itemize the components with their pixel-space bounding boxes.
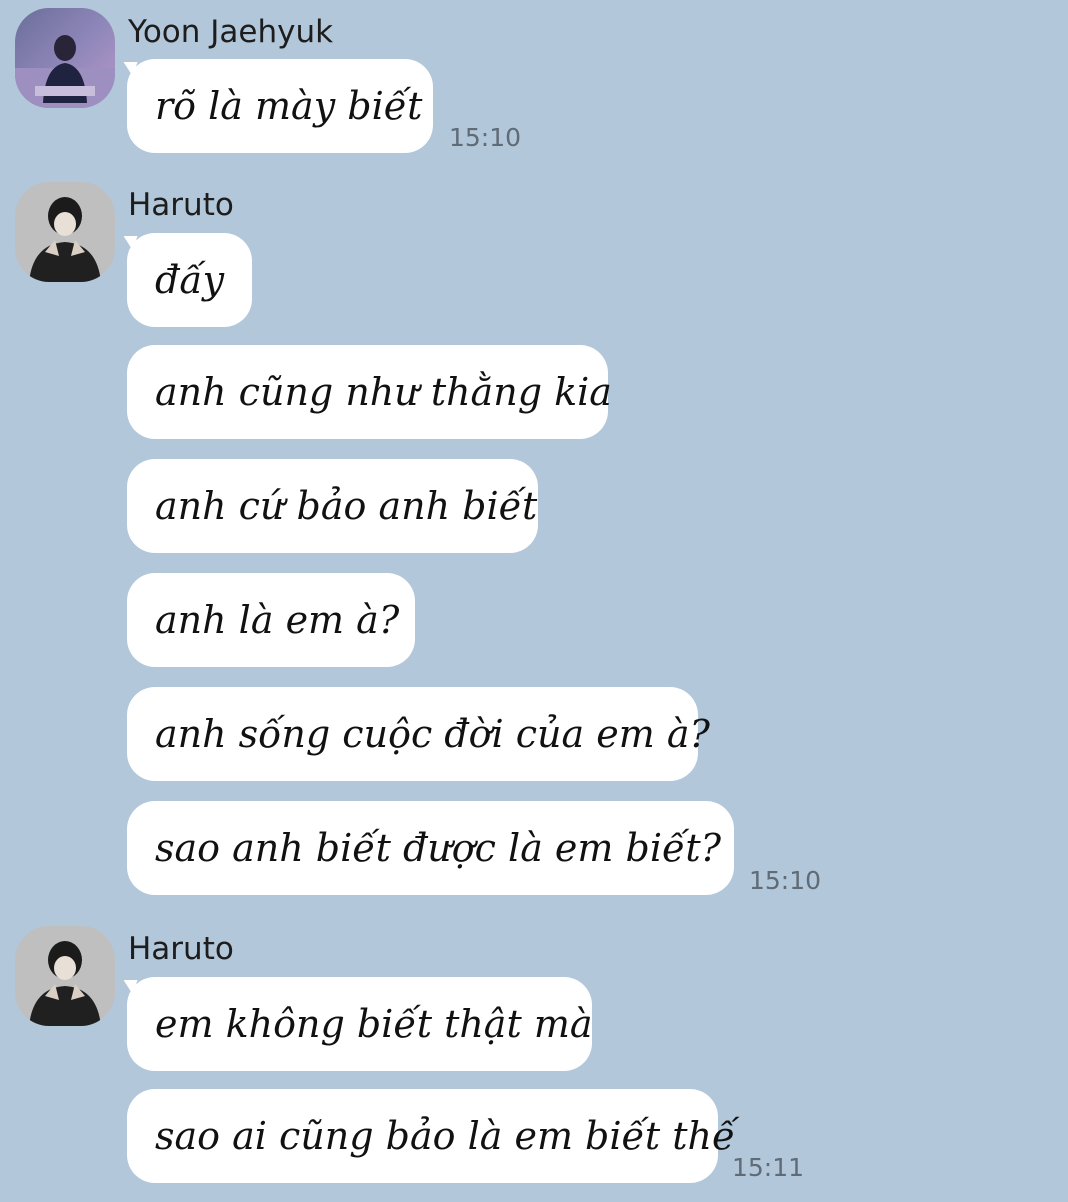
message-bubble[interactable]: em không biết thật mà [127,977,593,1071]
message-bubble[interactable]: đấy [127,233,252,327]
avatar-haruto[interactable] [15,182,115,282]
sender-name: Yoon Jaehyuk [128,14,334,50]
avatar-yoon-jaehyuk[interactable] [15,8,115,108]
sender-name: Haruto [128,187,234,223]
message-bubble[interactable]: sao ai cũng bảo là em biết thế [127,1089,735,1183]
message-timestamp: 15:10 [449,123,522,152]
message-timestamp: 15:10 [749,866,822,895]
message-bubble[interactable]: sao anh biết được là em biết? [127,801,734,895]
message-bubble[interactable]: anh cứ bảo anh biết [127,459,538,553]
avatar-haruto[interactable] [15,926,115,1026]
message-bubble[interactable]: anh cũng như thằng kia [127,345,612,439]
message-bubble[interactable]: rõ là mày biết [127,59,433,153]
message-timestamp: 15:11 [732,1153,805,1182]
message-bubble[interactable]: anh là em à? [127,573,415,667]
profile-photo-icon [15,182,115,282]
sender-name: Haruto [128,931,234,967]
message-bubble[interactable]: anh sống cuộc đời của em à? [127,687,710,781]
profile-photo-icon [15,926,115,1026]
profile-photo-icon [15,8,115,108]
